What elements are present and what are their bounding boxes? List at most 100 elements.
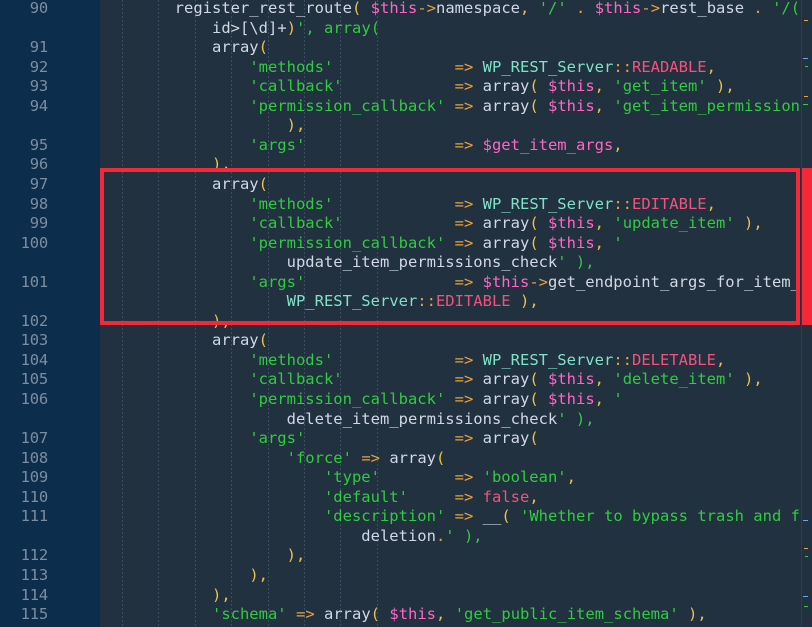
code-token: register_rest_route [174, 0, 352, 17]
code-token: 'get_item_permissions_check' [613, 96, 802, 115]
code-token: 'delete_item' [613, 370, 735, 389]
code-token: :: [417, 292, 436, 311]
code-token: 'Whether to bypass trash and force [520, 507, 802, 526]
line-number: 95 [29, 135, 48, 154]
minimap[interactable] [801, 0, 812, 627]
code-token: array [482, 429, 530, 448]
code-token: array [482, 214, 530, 233]
code-line: ), [100, 312, 231, 332]
code-token: ' ), [557, 409, 595, 428]
minimap-code-mark [803, 104, 808, 105]
code-token: , [706, 194, 716, 213]
code-token: 'callback' [249, 214, 343, 233]
code-line: 'methods' => WP_REST_Server::EDITABLE, [100, 195, 716, 215]
code-token: array [324, 605, 371, 624]
code-token: false [482, 487, 530, 506]
code-token: ( [370, 605, 381, 624]
code-token: $this [389, 605, 437, 624]
code-token: ) [744, 370, 754, 389]
code-token: 'description' [323, 507, 446, 526]
line-number-gutter: 90 91 92 93 94 95 96 97 98 99 100 101 102 103 104 105 10… [0, 0, 100, 627]
code-token: EDITABLE [435, 292, 511, 311]
code-token: 'get_item' [613, 77, 707, 96]
code-token: array [389, 448, 436, 467]
code-token: 'callback' [249, 370, 343, 389]
code-token: ' ), [445, 526, 483, 545]
minimap-code-mark [804, 606, 808, 607]
code-token: delete_item_permissions_check [286, 409, 558, 428]
code-token: READABLE [631, 57, 707, 76]
line-number: 93 [29, 77, 48, 96]
line-number: 91 [29, 38, 48, 57]
minimap-code-mark [805, 66, 808, 67]
code-token: 'permission_callback' [249, 233, 446, 252]
line-number: 94 [29, 96, 48, 115]
code-token: , [221, 311, 231, 330]
code-token: , [520, 0, 530, 17]
line-number: 106 [20, 390, 49, 408]
code-line: delete_item_permissions_check' ), [100, 410, 595, 430]
code-token: update_item_permissions_check [286, 253, 558, 272]
code-token: $this [482, 272, 530, 291]
code-token: ( [436, 448, 446, 467]
code-token: $this [548, 96, 595, 115]
code-line: ), [100, 546, 306, 566]
line-number: 99 [29, 214, 48, 233]
code-token: + [277, 18, 287, 37]
code-line: 'force' => array( [100, 448, 446, 469]
code-token: WP_REST_Server [482, 194, 614, 213]
code-token: array [211, 331, 259, 350]
code-token: > [230, 18, 240, 37]
code-token: ( [501, 507, 511, 526]
code-token: ' [613, 233, 623, 252]
line-number: 107 [20, 429, 49, 448]
code-token: , [529, 487, 539, 506]
line-number: 112 [20, 546, 49, 565]
code-token: , [594, 96, 605, 115]
line-number: 102 [20, 311, 49, 330]
code-line: 'permission_callback' => array( $this, ' [100, 233, 623, 254]
code-line: 'permission_callback' => array( $this, ' [100, 390, 622, 410]
code-line: 'methods' => WP_REST_Server::READABLE, [100, 58, 716, 78]
code-token: namespace [436, 0, 520, 17]
code-content-area[interactable]: register_rest_route( $this->namespace, '… [100, 0, 802, 627]
code-line: 'args' => $this->get_endpoint_args_for_i… [100, 273, 802, 293]
line-number: 109 [20, 468, 49, 487]
code-token: => [295, 605, 315, 624]
line-number: 101 [20, 272, 49, 291]
minimap-code-mark [804, 20, 808, 21]
code-token: ( [529, 233, 539, 252]
code-token: ( [258, 174, 268, 193]
code-token: , [594, 214, 605, 233]
code-token: array [211, 38, 259, 57]
code-token: , [613, 135, 623, 154]
code-token: , [221, 585, 231, 604]
line-number: 98 [29, 194, 48, 213]
code-token: $this [548, 233, 595, 252]
code-editor[interactable]: 90 91 92 93 94 95 96 97 98 99 100 101 102 103 104 105 10… [0, 0, 812, 627]
code-token: ) [211, 585, 222, 604]
code-token: WP_REST_Server [482, 57, 614, 76]
